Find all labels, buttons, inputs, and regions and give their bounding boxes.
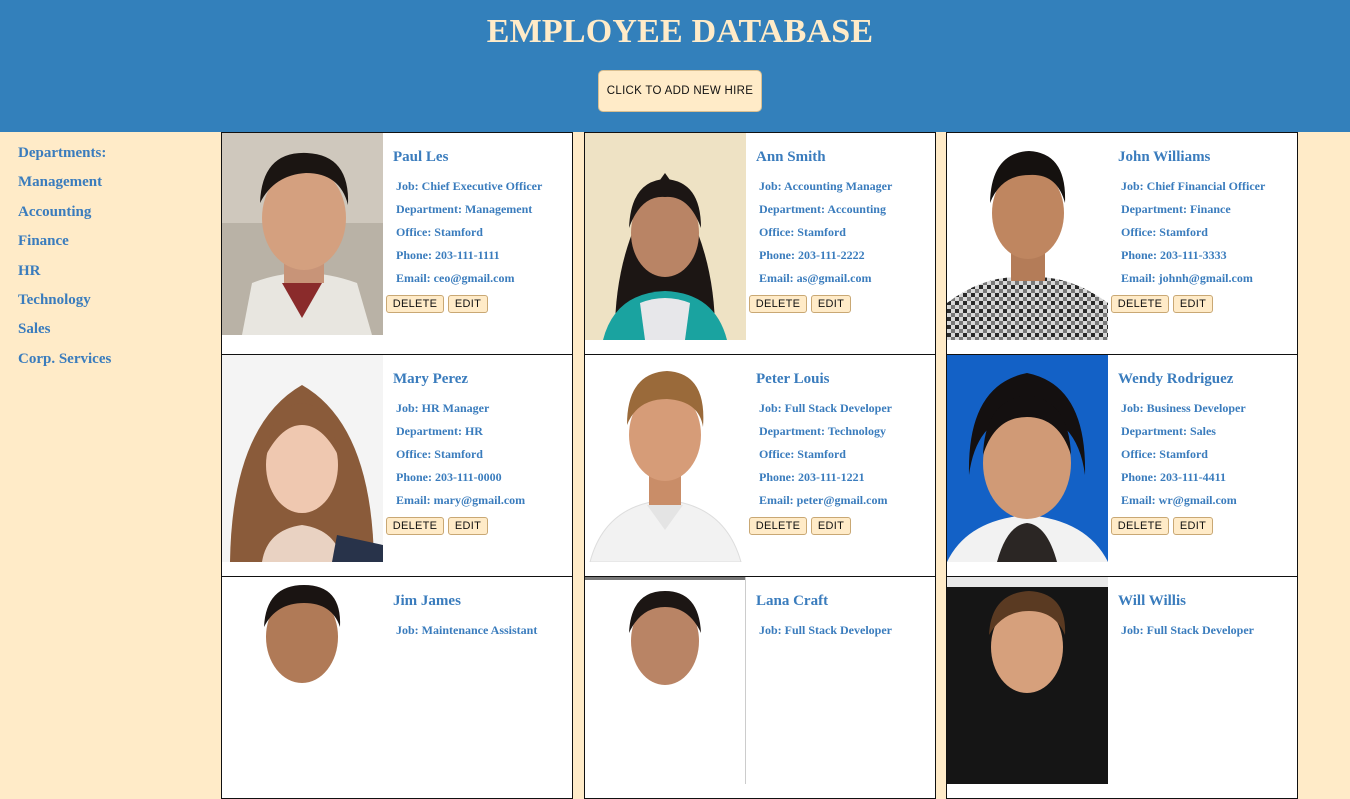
employee-email: Email: wr@gmail.com: [1121, 493, 1237, 507]
add-new-hire-button[interactable]: CLICK TO ADD NEW HIRE: [598, 70, 762, 112]
edit-button[interactable]: EDIT: [448, 295, 488, 313]
page-title: EMPLOYEE DATABASE: [486, 13, 874, 50]
employee-phone: Phone: 203-111-4411: [1121, 470, 1227, 484]
employee-job: Job: Full Stack Developer: [759, 401, 892, 415]
employee-department: Department: Sales: [1121, 424, 1216, 438]
employee-name: Paul Les: [393, 149, 449, 165]
employee-card: Mary Perez Job: HR Manager Department: H…: [221, 354, 573, 577]
employee-job: Job: Chief Financial Officer: [1121, 179, 1266, 193]
employee-email: Email: as@gmail.com: [759, 271, 872, 285]
employee-job: Job: Business Developer: [1121, 401, 1246, 415]
employee-job: Job: Chief Executive Officer: [396, 179, 543, 193]
employee-photo: [585, 133, 746, 340]
delete-button[interactable]: DELETE: [386, 517, 444, 535]
employee-card: John Williams Job: Chief Financial Offic…: [946, 132, 1298, 355]
employee-name: Peter Louis: [756, 371, 830, 387]
employee-job: Job: Full Stack Developer: [759, 623, 892, 637]
employee-job: Job: HR Manager: [396, 401, 490, 415]
employee-photo: [947, 355, 1108, 562]
delete-button[interactable]: DELETE: [749, 517, 807, 535]
employee-phone: Phone: 203-111-3333: [1121, 248, 1227, 262]
employee-department: Department: Finance: [1121, 202, 1231, 216]
page-header: EMPLOYEE DATABASE CLICK TO ADD NEW HIRE: [0, 0, 1350, 132]
sidebar-item-finance[interactable]: Finance: [18, 233, 69, 250]
employee-name: Wendy Rodriguez: [1118, 371, 1234, 387]
employee-office: Office: Stamford: [1121, 225, 1208, 239]
edit-button[interactable]: EDIT: [1173, 295, 1213, 313]
employee-email: Email: ceo@gmail.com: [396, 271, 515, 285]
employee-card: Jim James Job: Maintenance Assistant: [221, 576, 573, 799]
employee-card: Lana Craft Job: Full Stack Developer: [584, 576, 936, 799]
employee-card: Wendy Rodriguez Job: Business Developer …: [946, 354, 1298, 577]
employee-card: Ann Smith Job: Accounting Manager Depart…: [584, 132, 936, 355]
edit-button[interactable]: EDIT: [811, 517, 851, 535]
employee-name: Jim James: [393, 593, 461, 609]
employee-name: Mary Perez: [393, 371, 469, 387]
employee-card: Will Willis Job: Full Stack Developer: [946, 576, 1298, 799]
employee-photo: [947, 577, 1108, 784]
edit-button[interactable]: EDIT: [811, 295, 851, 313]
delete-button[interactable]: DELETE: [1111, 517, 1169, 535]
employee-name: Will Willis: [1118, 593, 1186, 609]
edit-button[interactable]: EDIT: [448, 517, 488, 535]
employee-card: Peter Louis Job: Full Stack Developer De…: [584, 354, 936, 577]
sidebar-item-hr[interactable]: HR: [18, 263, 41, 280]
sidebar-item-sales[interactable]: Sales: [18, 321, 51, 338]
employee-phone: Phone: 203-111-2222: [759, 248, 865, 262]
sidebar-item-technology[interactable]: Technology: [18, 292, 91, 309]
sidebar-item-corp-services[interactable]: Corp. Services: [18, 351, 111, 368]
employee-photo: [222, 577, 383, 784]
delete-button[interactable]: DELETE: [1111, 295, 1169, 313]
employee-email: Email: johnh@gmail.com: [1121, 271, 1253, 285]
edit-button[interactable]: EDIT: [1173, 517, 1213, 535]
employee-job: Job: Full Stack Developer: [1121, 623, 1254, 637]
delete-button[interactable]: DELETE: [386, 295, 444, 313]
employee-email: Email: mary@gmail.com: [396, 493, 526, 507]
employee-name: Lana Craft: [756, 593, 829, 609]
employee-name: Ann Smith: [756, 149, 826, 165]
delete-button[interactable]: DELETE: [749, 295, 807, 313]
sidebar-item-management[interactable]: Management: [18, 174, 102, 191]
employee-photo: [222, 133, 383, 335]
employee-office: Office: Stamford: [1121, 447, 1208, 461]
employee-email: Email: peter@gmail.com: [759, 493, 888, 507]
employee-job: Job: Accounting Manager: [759, 179, 893, 193]
employee-office: Office: Stamford: [396, 225, 483, 239]
sidebar-heading: Departments:: [18, 145, 107, 161]
employee-card: Paul Les Job: Chief Executive Officer De…: [221, 132, 573, 355]
employee-department: Department: Accounting: [759, 202, 886, 216]
employee-photo: [585, 577, 746, 784]
employee-photo: [585, 355, 746, 562]
employee-phone: Phone: 203-111-1111: [396, 248, 500, 262]
employee-department: Department: Technology: [759, 424, 886, 438]
employee-department: Department: HR: [396, 424, 483, 438]
employee-office: Office: Stamford: [396, 447, 483, 461]
employee-job: Job: Maintenance Assistant: [396, 623, 538, 637]
employee-phone: Phone: 203-111-0000: [396, 470, 502, 484]
employee-phone: Phone: 203-111-1221: [759, 470, 865, 484]
employee-photo: [222, 355, 383, 562]
employee-office: Office: Stamford: [759, 447, 846, 461]
employee-office: Office: Stamford: [759, 225, 846, 239]
employee-name: John Williams: [1118, 149, 1211, 165]
employee-department: Department: Management: [396, 202, 533, 216]
employee-photo: [947, 133, 1108, 340]
sidebar-item-accounting[interactable]: Accounting: [18, 204, 91, 221]
